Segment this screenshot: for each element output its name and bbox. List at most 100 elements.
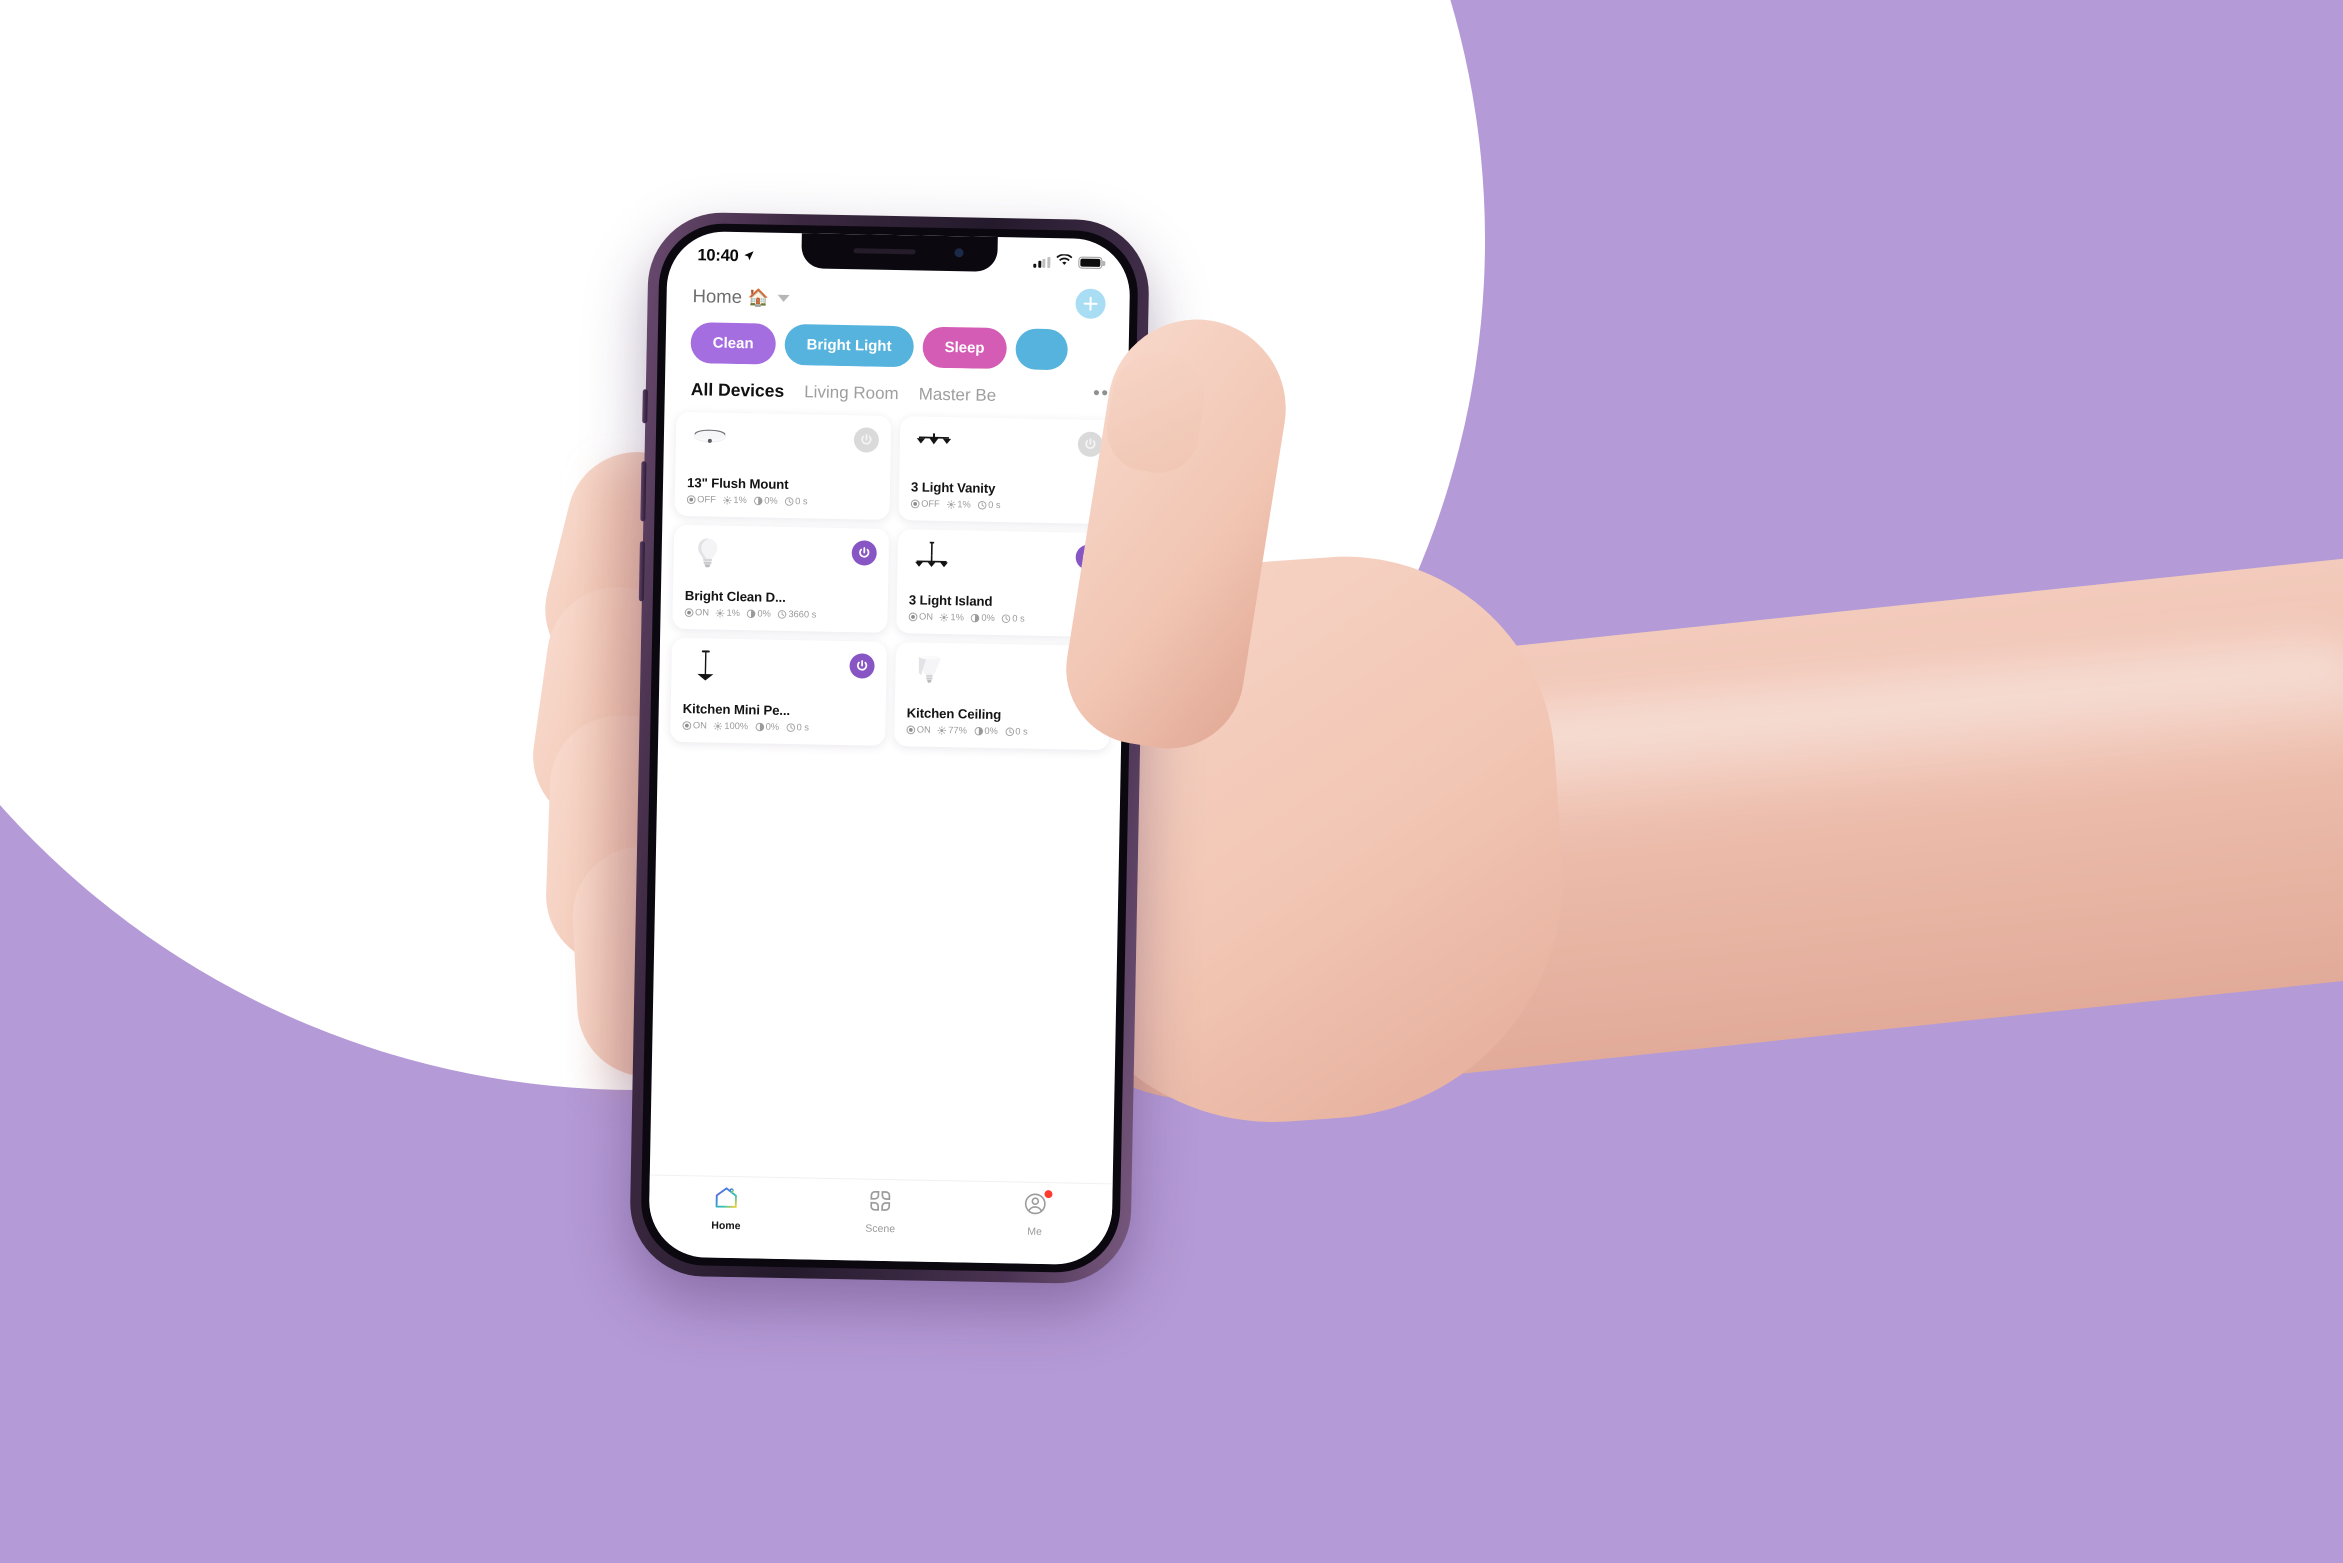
device-name: 13" Flush Mount [686, 476, 789, 493]
bottom-navigation-bar[interactable]: Home Scene Me [648, 1174, 1113, 1266]
device-status-row: OFF 1% 0% 0 s [686, 494, 878, 508]
device-power-state-value: ON [918, 611, 934, 622]
device-card-top [685, 536, 877, 576]
light-bulb-icon [685, 536, 730, 571]
device-color-temp: 0% [974, 726, 998, 736]
timer-icon [778, 609, 787, 619]
temp-icon [753, 496, 763, 505]
room-tab-living-room[interactable]: Living Room [804, 382, 899, 404]
state-icon [684, 607, 694, 617]
power-toggle-button[interactable] [851, 540, 877, 566]
device-power-state: ON [906, 724, 931, 735]
timer-icon [1005, 727, 1014, 736]
device-brightness-value: 100% [724, 720, 749, 732]
scene-stage: 10:40 Home 🏠 Clean Bright Light Sleep Al… [0, 0, 2343, 1563]
device-timer-value: 3660 s [788, 609, 817, 620]
scene-chip-sleep[interactable]: Sleep [922, 326, 1007, 370]
brightness-icon [946, 499, 956, 509]
volume-down-button[interactable] [638, 541, 645, 602]
room-tab-master-be[interactable]: Master Be [918, 384, 997, 405]
device-brightness-value: 1% [950, 612, 965, 623]
nav-item-label: Scene [865, 1222, 896, 1236]
device-power-state: ON [682, 720, 707, 730]
device-brightness-value: 1% [726, 607, 741, 619]
device-name: Kitchen Mini Pe... [682, 702, 791, 719]
device-timer-value: 0 s [1015, 726, 1028, 737]
device-color-temp-value: 0% [764, 495, 778, 506]
scene-chip-list[interactable]: Clean Bright Light Sleep [665, 311, 1129, 372]
scene-chip-clean[interactable]: Clean [690, 322, 776, 365]
device-brightness-value: 1% [733, 494, 747, 506]
device-grid: 13" Flush Mount OFF 1% 0% 0 s3 Light Vanity O… [658, 400, 1127, 751]
device-card-top [688, 423, 880, 463]
device-card-top [911, 427, 1104, 467]
device-card-info: Kitchen Ceiling ON 77% 0% 0 s [906, 707, 1097, 738]
device-color-temp-value: 0% [984, 725, 998, 737]
brightness-icon [937, 725, 947, 735]
device-card[interactable]: Kitchen Mini Pe... ON 100% 0% 0 s [670, 637, 888, 746]
device-card-info: Bright Clean D... ON 1% 0% 3660 s [684, 590, 875, 621]
device-card[interactable]: 3 Light Vanity OFF 1% 0 s [898, 416, 1116, 525]
device-timer-value: 0 s [795, 496, 808, 507]
mini-pendant-light-icon [683, 649, 728, 684]
smartphone-device: 10:40 Home 🏠 Clean Bright Light Sleep Al… [628, 211, 1151, 1285]
device-power-state: OFF [686, 494, 716, 505]
device-brightness: 1% [722, 494, 747, 506]
device-card-info: Kitchen Mini Pe... ON 100% 0% 0 s [682, 703, 873, 734]
device-name: Bright Clean D... [684, 589, 786, 606]
home-selector[interactable]: Home 🏠 [692, 285, 790, 309]
device-color-temp: 0% [755, 721, 780, 732]
device-card-top [683, 649, 875, 689]
device-card[interactable]: 13" Flush Mount OFF 1% 0% 0 s [674, 411, 892, 520]
three-light-island-pendant-icon [909, 540, 954, 575]
device-color-temp-value: 0% [765, 721, 780, 732]
volume-up-button[interactable] [640, 461, 647, 522]
device-color-temp-value: 0% [757, 608, 771, 619]
device-brightness-value: 1% [957, 499, 971, 510]
add-device-button[interactable] [1075, 288, 1106, 320]
device-card[interactable]: Bright Clean D... ON 1% 0% 3660 s [672, 524, 890, 633]
nav-item-home[interactable]: Home [649, 1184, 804, 1233]
power-toggle-button[interactable] [849, 653, 875, 679]
status-bar-time: 10:40 [697, 245, 739, 265]
brightness-icon [713, 721, 723, 731]
location-arrow-icon [743, 247, 754, 266]
device-brightness: 1% [716, 608, 740, 618]
room-tab-all-devices[interactable]: All Devices [691, 379, 785, 402]
device-status-row: ON 100% 0% 0 s [682, 720, 873, 734]
device-card-info: 13" Flush Mount OFF 1% 0% 0 s [686, 476, 878, 508]
device-brightness: 77% [937, 725, 968, 736]
device-color-temp: 0% [971, 613, 995, 623]
device-name: Kitchen Ceiling [906, 706, 1002, 723]
br-flood-bulb-icon [907, 653, 952, 688]
silent-switch[interactable] [642, 389, 648, 424]
device-power-state: OFF [910, 498, 940, 509]
timer-icon [786, 722, 795, 732]
device-card-info: 3 Light Island ON 1% 0% 0 s [908, 594, 1099, 625]
chevron-down-icon [777, 294, 790, 302]
state-icon [682, 720, 692, 730]
state-icon [686, 494, 696, 504]
device-brightness-value: 77% [948, 725, 968, 736]
phone-screen: 10:40 Home 🏠 Clean Bright Light Sleep Al… [648, 230, 1131, 1266]
timer-icon [977, 500, 987, 510]
scene-chip-bright-light[interactable]: Bright Light [784, 323, 914, 368]
battery-icon [1078, 256, 1103, 269]
device-timer-value: 0 s [1012, 613, 1025, 624]
temp-icon [755, 722, 764, 731]
device-power-state-value: ON [692, 720, 707, 731]
scene-grid-icon [868, 1189, 893, 1218]
nav-item-me[interactable]: Me [957, 1190, 1112, 1239]
brightness-icon [722, 495, 732, 505]
scene-chip-partial-3[interactable] [1015, 328, 1068, 371]
home-label: Home [692, 285, 743, 308]
device-power-state: ON [908, 611, 934, 622]
state-icon [906, 724, 916, 734]
device-power-state: ON [684, 607, 709, 618]
nav-item-scene[interactable]: Scene [803, 1187, 958, 1236]
device-brightness: 1% [946, 499, 971, 510]
brightness-icon [940, 612, 949, 622]
device-status-row: ON 77% 0% 0 s [906, 724, 1097, 738]
power-toggle-button[interactable] [853, 427, 880, 453]
device-brightness: 100% [713, 720, 749, 732]
